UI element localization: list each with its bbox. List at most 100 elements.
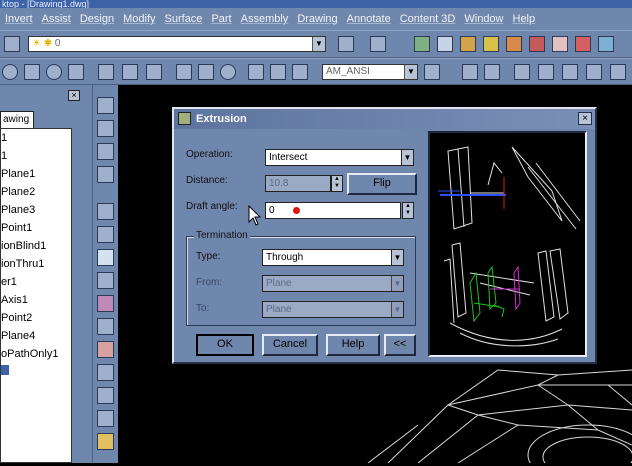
help-button[interactable]: Help [326,334,380,356]
hole-icon[interactable] [97,295,114,312]
tree-item[interactable]: 1 [1,147,71,165]
sheet-icon[interactable] [529,36,545,52]
tree-item[interactable]: oPathOnly1 [1,345,71,363]
preview-graphic [438,146,581,347]
rotate-icon[interactable] [484,64,500,80]
draft-angle-spinner[interactable]: ▲ ▼ [402,202,414,219]
sketch-icon[interactable] [97,97,114,114]
continue-icon[interactable] [146,64,162,80]
dimension-icon[interactable] [97,166,114,183]
cursor-highlight-icon [293,207,300,214]
distance-input[interactable]: 10.8 [265,175,331,192]
menu-modify[interactable]: Modify [123,13,155,25]
shell-icon[interactable] [97,364,114,381]
baseline-icon[interactable] [122,64,138,80]
tree-item[interactable]: er1 [1,273,71,291]
table-icon[interactable] [292,64,308,80]
chevron-down-icon[interactable]: ▼ [312,37,325,51]
chevron-down-icon[interactable]: ▼ [391,250,403,265]
design-center-icon[interactable] [437,36,453,52]
tab-drawing[interactable]: awing [0,111,34,128]
menu-part[interactable]: Part [211,13,231,25]
menu-help[interactable]: Help [513,13,536,25]
layer-combo[interactable]: ☀ ✱ 0 ▼ [28,36,326,52]
textstyle-combo[interactable]: AM_ANSI ▼ [322,64,418,80]
layer-manager-icon[interactable] [4,36,20,52]
ok-button[interactable]: OK [196,334,254,356]
material-icon[interactable] [598,36,614,52]
type-select[interactable]: Through ▼ [262,249,404,266]
dimension-icon[interactable] [98,64,114,80]
profile-icon[interactable] [97,120,114,137]
operation-select[interactable]: Intersect ▼ [265,149,414,166]
extend-icon[interactable] [610,64,626,80]
draft-angle-input[interactable]: 0 [265,202,401,219]
move-icon[interactable] [462,64,478,80]
chevron-down-icon[interactable]: ▼ [404,65,417,79]
distance-spinner[interactable]: ▲ ▼ [331,175,343,192]
loft-icon[interactable] [97,272,114,289]
menu-design[interactable]: Design [80,13,114,25]
extrude-icon[interactable] [97,203,114,220]
close-icon[interactable]: × [68,90,80,101]
chamfer-icon[interactable] [97,341,114,358]
collapse-button[interactable]: << [384,334,416,356]
erase-icon[interactable] [562,64,578,80]
cancel-button[interactable]: Cancel [262,334,318,356]
render-icon[interactable] [575,36,591,52]
tree-item[interactable]: ionBlind1 [1,237,71,255]
to-select[interactable]: Plane ▼ [262,301,404,318]
edit-text-icon[interactable] [270,64,286,80]
markup-icon[interactable] [483,36,499,52]
arc-icon[interactable] [24,64,40,80]
xline-icon[interactable] [538,64,554,80]
constraint-icon[interactable] [97,143,114,160]
tree-item[interactable]: Plane1 [1,165,71,183]
tree-item[interactable]: ionThru1 [1,255,71,273]
center-mark-icon[interactable] [220,64,236,80]
calc-icon[interactable] [506,36,522,52]
menu-assist[interactable]: Assist [42,13,71,25]
menu-surface[interactable]: Surface [165,13,203,25]
undo-icon[interactable] [338,36,354,52]
text-icon[interactable] [248,64,264,80]
menu-bar: Invert Assist Design Modify Surface Part… [0,8,632,30]
menu-invert[interactable]: Invert [5,13,33,25]
tree-item[interactable]: 1 [1,129,71,147]
no-entry-icon[interactable] [46,64,62,80]
tree-item[interactable]: Point2 [1,309,71,327]
tree-item[interactable]: Axis1 [1,291,71,309]
triangle-icon[interactable] [68,64,84,80]
close-button[interactable]: × [578,112,592,125]
line-icon[interactable] [514,64,530,80]
leader-icon[interactable] [176,64,192,80]
textstyle-icon[interactable] [424,64,440,80]
edit-feature-icon[interactable] [97,433,114,450]
menu-drawing[interactable]: Drawing [297,13,337,25]
properties-icon[interactable] [414,36,430,52]
trim-icon[interactable] [586,64,602,80]
from-select[interactable]: Plane ▼ [262,275,404,292]
tolerance-icon[interactable] [198,64,214,80]
chevron-down-icon[interactable]: ▼ [401,150,413,165]
menu-content3d[interactable]: Content 3D [400,13,456,25]
redo-icon[interactable] [370,36,386,52]
tree-item[interactable]: Plane2 [1,183,71,201]
workplane-icon[interactable] [97,410,114,427]
menu-annotate[interactable]: Annotate [347,13,391,25]
fillet-icon[interactable] [97,318,114,335]
pattern-icon[interactable] [97,387,114,404]
revolve-icon[interactable] [97,226,114,243]
tree-item[interactable]: Plane3 [1,201,71,219]
dialog-title[interactable]: Extrusion [174,109,595,129]
toolpalette-icon[interactable] [460,36,476,52]
tree-item[interactable]: Point1 [1,219,71,237]
sweep-icon[interactable] [97,249,114,266]
from-label: From: [196,277,223,288]
menu-assembly[interactable]: Assembly [241,13,289,25]
menu-window[interactable]: Window [464,13,503,25]
flip-button[interactable]: Flip [347,173,417,195]
library-icon[interactable] [552,36,568,52]
tree-item[interactable]: Plane4 [1,327,71,345]
circle-icon[interactable] [2,64,18,80]
